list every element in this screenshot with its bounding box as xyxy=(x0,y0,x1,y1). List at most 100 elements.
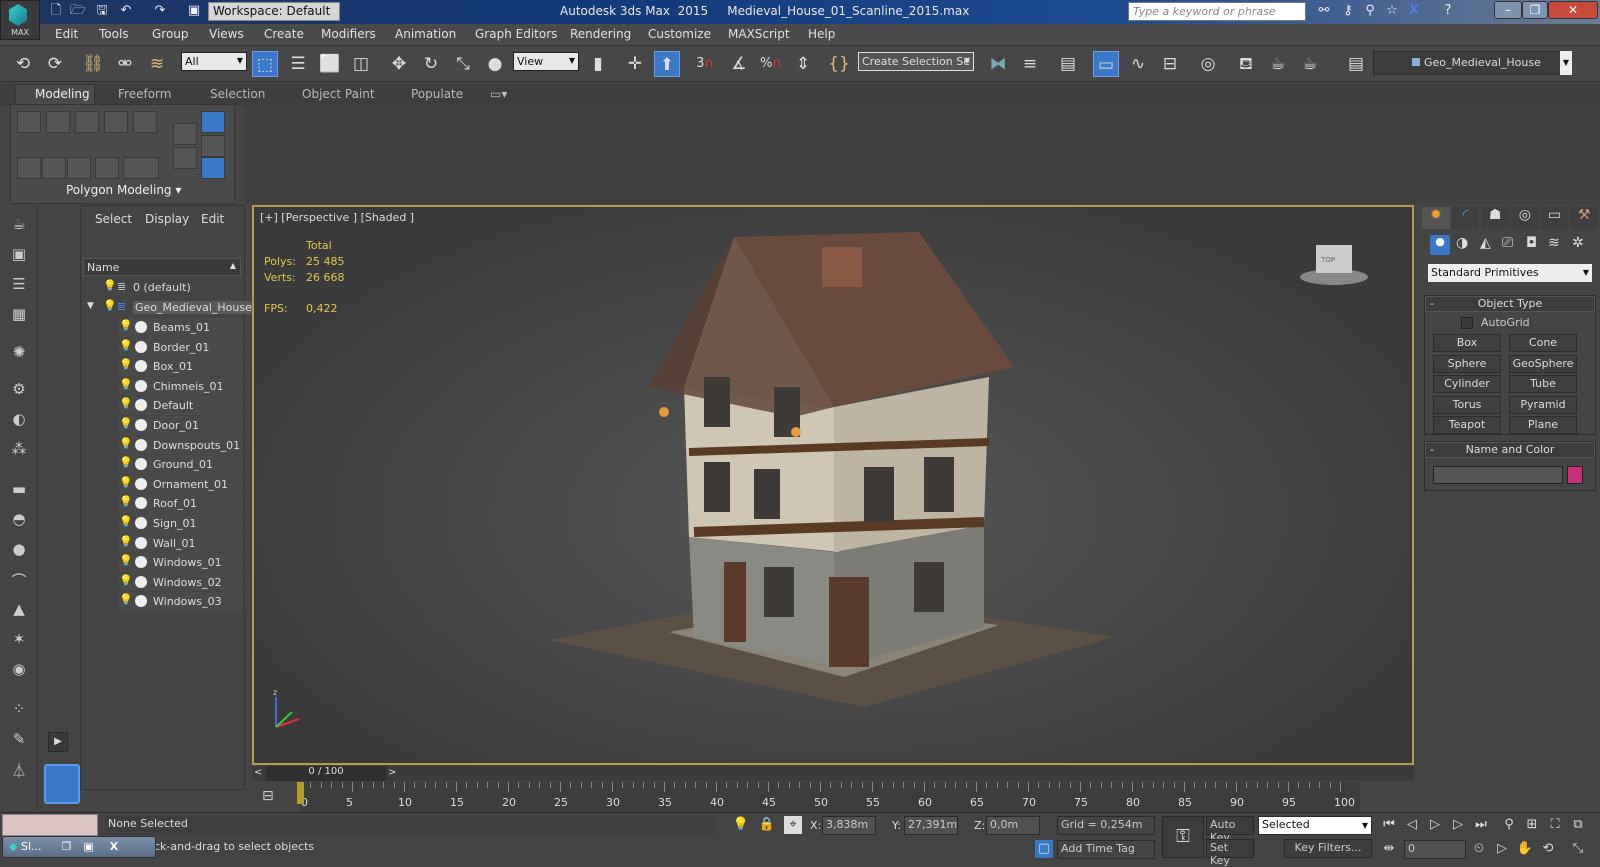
menu-views[interactable]: Views xyxy=(209,27,244,41)
utilities-tab-icon[interactable]: ⚒ xyxy=(1570,207,1599,229)
show-end-result-icon[interactable] xyxy=(201,111,225,133)
layers-icon[interactable]: ▤ xyxy=(1343,51,1369,77)
menu-graph-editors[interactable]: Graph Editors xyxy=(475,27,557,41)
hierarchy-tab-icon[interactable]: ☗ xyxy=(1481,207,1510,229)
set-key-button[interactable]: Set Key xyxy=(1206,839,1254,867)
window-crossing-icon[interactable]: ◫ xyxy=(348,51,374,77)
name-column-header[interactable]: Name ▲ xyxy=(83,258,241,276)
scene-object-row[interactable]: 💡 Beams_01 xyxy=(119,318,241,338)
move-icon[interactable]: ✥ xyxy=(386,51,412,77)
menu-customize[interactable]: Customize xyxy=(648,27,711,41)
field-of-view-icon[interactable]: ▷ xyxy=(1493,840,1511,858)
scene-object-row[interactable]: 💡 Downspouts_01 xyxy=(119,435,241,456)
close-button[interactable]: ✕ xyxy=(1548,1,1598,19)
satellite-icon[interactable]: ⚲ xyxy=(1362,3,1378,19)
key-mode-dropdown[interactable]: Selected ▼ xyxy=(1258,816,1372,835)
menu-help[interactable]: Help xyxy=(808,27,835,41)
scene-object-row[interactable]: 💡 Windows_02 xyxy=(119,572,241,593)
ribbon-options-icon[interactable]: ▭▾ xyxy=(490,87,507,101)
box-icon[interactable]: ▬ xyxy=(8,480,30,500)
systems-icon[interactable]: ✲ xyxy=(1572,235,1584,251)
minimize-button[interactable]: – xyxy=(1494,1,1522,19)
spotlight-icon[interactable]: ◐ xyxy=(8,410,30,430)
teapot-icon[interactable]: ☕ xyxy=(8,215,30,235)
z-coordinate-field[interactable]: 0,0m xyxy=(986,816,1040,835)
menu-rendering[interactable]: Rendering xyxy=(570,27,631,41)
align-icon[interactable]: ≡ xyxy=(1017,51,1043,77)
scene-object-row[interactable]: 💡 Wall_01 xyxy=(119,533,241,554)
modify-mode-icon[interactable] xyxy=(173,123,197,145)
border-icon[interactable] xyxy=(75,111,99,133)
viewport-layout-button[interactable] xyxy=(44,764,80,804)
current-time-marker[interactable] xyxy=(297,782,304,804)
create-sphere-button[interactable]: Sphere xyxy=(1433,354,1501,373)
new-file-icon[interactable]: 🗋 xyxy=(48,3,64,19)
star-icon[interactable]: ✶ xyxy=(8,630,30,650)
table-icon[interactable]: ▦ xyxy=(8,305,30,325)
favorites-star-icon[interactable]: ☆ xyxy=(1384,3,1400,19)
render-production-icon[interactable]: ☕ xyxy=(1297,51,1323,77)
create-tube-button[interactable]: Tube xyxy=(1509,375,1577,393)
next-frame-icon[interactable]: ▷ xyxy=(1449,816,1467,834)
time-configuration-icon[interactable]: ⏲ xyxy=(1470,840,1488,858)
spinner-snap-icon[interactable]: ⇕ xyxy=(790,51,816,77)
scene-layer-row[interactable]: ▼ 💡 ≣ Geo_Medieval_House xyxy=(83,298,254,318)
edge-icon[interactable] xyxy=(46,111,70,133)
bind-space-warp-icon[interactable]: ≋ xyxy=(144,51,170,77)
scale-icon[interactable]: ⤡ xyxy=(450,51,476,77)
lightbulb-icon[interactable]: 💡 xyxy=(119,437,133,450)
particles-icon[interactable]: ⁂ xyxy=(8,440,30,460)
reference-coordinate-dropdown[interactable]: View xyxy=(513,52,579,71)
link-icon[interactable]: ⛓ xyxy=(80,51,106,77)
orbit-icon[interactable]: ⟲ xyxy=(1539,840,1557,858)
lightbulb-icon[interactable]: 💡 xyxy=(119,397,133,410)
scene-object-row[interactable]: 💡 Border_01 xyxy=(119,337,241,358)
autogrid-checkbox[interactable] xyxy=(1461,317,1473,329)
ribbon-tab-populate[interactable]: Populate xyxy=(411,87,463,101)
application-menu-button[interactable]: MAX xyxy=(0,0,40,40)
zoom-icon[interactable]: ⚲ xyxy=(1500,816,1518,834)
scene-object-row[interactable]: 💡 Roof_01 xyxy=(119,494,241,514)
lightbulb-icon[interactable]: 💡 xyxy=(119,574,133,587)
menu-group[interactable]: Group xyxy=(152,27,189,41)
toggle-command-panel-icon[interactable] xyxy=(201,157,225,179)
helper-icon[interactable]: ⚙ xyxy=(8,380,30,400)
select-object-icon[interactable]: ⬚ xyxy=(252,51,278,77)
lightbulb-icon[interactable]: 💡 xyxy=(119,378,133,391)
ribbon-tab-object-paint[interactable]: Object Paint xyxy=(302,87,375,101)
rendered-frame-window-icon[interactable]: ☕ xyxy=(1265,51,1291,77)
scene-object-row[interactable]: 💡 Windows_01 xyxy=(119,553,241,573)
geometry-icon[interactable]: ● xyxy=(1430,235,1450,255)
y-coordinate-field[interactable]: 27,391m xyxy=(904,816,958,835)
helpers-icon[interactable]: ◘ xyxy=(1526,235,1537,251)
manipulate-icon[interactable]: ✛ xyxy=(622,51,648,77)
open-file-icon[interactable]: 🗁 xyxy=(70,3,86,19)
redo-icon[interactable]: ↷ xyxy=(152,3,168,19)
unlink-icon[interactable]: ⚮ xyxy=(112,51,138,77)
torus-icon[interactable]: ◉ xyxy=(8,660,30,680)
lightbulb-icon[interactable]: 💡 xyxy=(119,476,133,489)
time-slider[interactable]: < 0 / 100 > xyxy=(252,766,1414,781)
list-icon[interactable]: ☰ xyxy=(8,275,30,295)
create-geosphere-button[interactable]: GeoSphere xyxy=(1509,354,1577,373)
scene-layer-row[interactable]: 💡 ≣ 0 (default) xyxy=(83,278,241,298)
time-slider-thumb[interactable]: 0 / 100 xyxy=(266,766,386,781)
angle-snap-icon[interactable]: ∡ xyxy=(726,51,752,77)
zoom-extents-all-icon[interactable]: ⧉ xyxy=(1569,816,1587,834)
selection-filter-dropdown[interactable]: All xyxy=(181,52,247,71)
scatter-icon[interactable]: ⁘ xyxy=(8,700,30,720)
display-tab-icon[interactable]: ▭ xyxy=(1540,207,1569,229)
set-keys-key-icon[interactable]: ⚿ xyxy=(1162,816,1204,858)
scene-object-row[interactable]: 💡 Sign_01 xyxy=(119,513,241,534)
time-prev-button[interactable]: < xyxy=(254,767,262,778)
scene-object-row[interactable]: 💡 Box_01 xyxy=(119,357,241,377)
cylinder-icon[interactable]: ⌒ xyxy=(8,570,30,590)
scene-object-row[interactable]: 💡 Door_01 xyxy=(119,415,241,436)
layer-manager-icon[interactable]: ▤ xyxy=(1055,51,1081,77)
curve-editor-icon[interactable]: ∿ xyxy=(1125,51,1151,77)
cone-icon[interactable]: ▲ xyxy=(8,600,30,620)
motion-tab-icon[interactable]: ◎ xyxy=(1511,207,1539,229)
object-type-header[interactable]: - Object Type xyxy=(1425,296,1595,312)
vertex-icon[interactable] xyxy=(17,111,41,133)
use-soft-selection-icon[interactable] xyxy=(123,157,159,179)
